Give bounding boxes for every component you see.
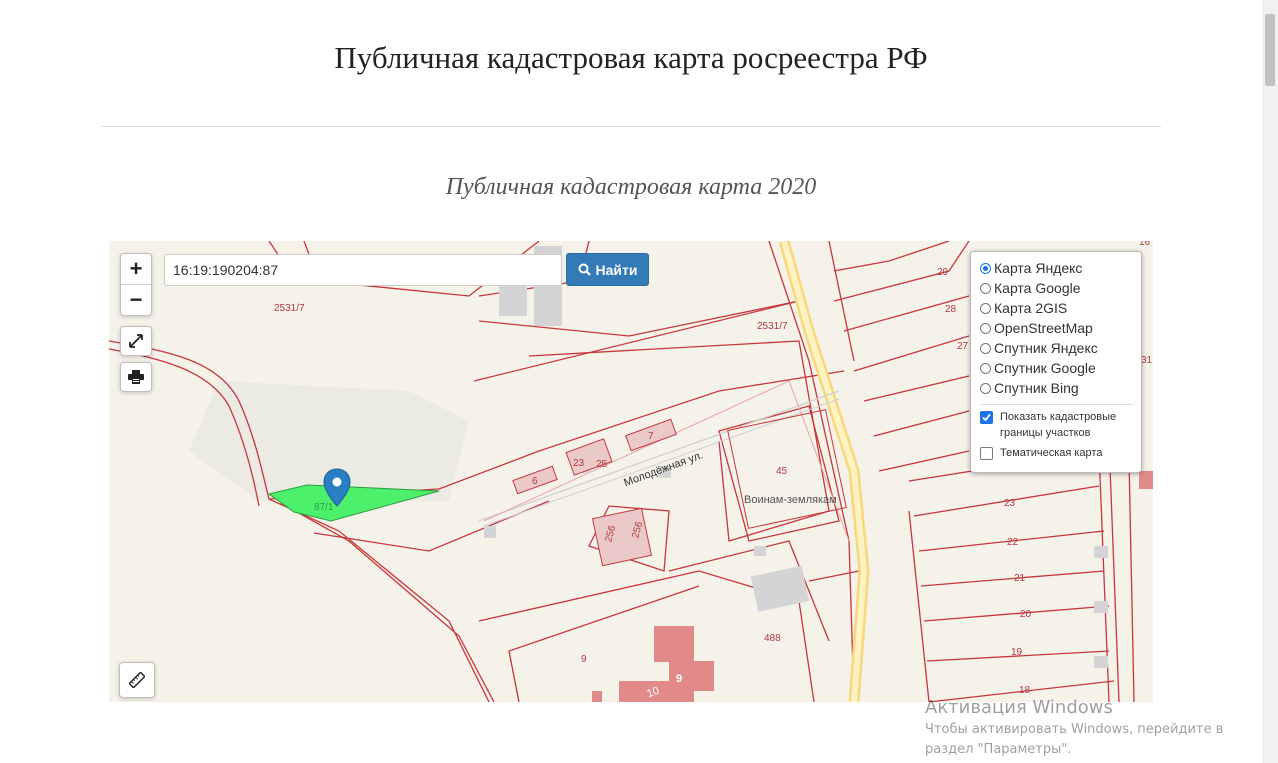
layer-option-bing-satellite[interactable]: Спутник Bing <box>980 378 1133 398</box>
radio-icon[interactable] <box>980 322 991 334</box>
layers-divider <box>980 404 1133 405</box>
divider <box>101 126 1161 127</box>
checkbox-checked-icon[interactable] <box>980 411 993 424</box>
show-cadastral-label: Показать кадастровые границы участков <box>1000 411 1117 439</box>
marker-dot <box>332 477 342 487</box>
printer-icon <box>128 370 144 384</box>
label-9: 9 <box>581 654 587 665</box>
show-cadastral-checkbox[interactable]: Показать кадастровые границы участков <box>980 409 1133 441</box>
find-button-label: Найти <box>595 261 638 278</box>
cadastral-search-input[interactable] <box>164 254 562 286</box>
layer-option-label: Спутник Google <box>994 360 1096 376</box>
activation-text: Чтобы активировать Windows, перейдите в … <box>925 722 1224 757</box>
label-488: 488 <box>764 633 781 644</box>
selected-parcel[interactable] <box>267 484 440 522</box>
zoom-control: + − <box>120 253 152 316</box>
page-title: Публичная кадастровая карта росреестра Р… <box>334 40 928 75</box>
thematic-map-label: Тематическая карта <box>1000 447 1103 459</box>
activation-title: Активация Windows <box>925 697 1113 718</box>
radio-icon[interactable] <box>980 282 991 294</box>
label-45: 45 <box>776 466 788 477</box>
layer-option-2gis-map[interactable]: Карта 2GIS <box>980 298 1133 318</box>
zoom-in-button[interactable]: + <box>121 254 151 284</box>
label-28: 28 <box>945 304 957 315</box>
find-button[interactable]: Найти <box>566 253 649 286</box>
label-23b: 23 <box>1004 498 1016 509</box>
label-25: 25 <box>596 459 608 470</box>
building-outlines <box>512 409 847 567</box>
radio-icon[interactable] <box>980 262 991 274</box>
street-name: Молодёжная ул. <box>622 449 704 489</box>
search-icon <box>578 263 591 276</box>
monument-label: Воинам-землякам <box>744 494 837 506</box>
layer-option-yandex-satellite[interactable]: Спутник Яндекс <box>980 338 1133 358</box>
radio-icon[interactable] <box>980 342 991 354</box>
scrollbar-thumb[interactable] <box>1265 14 1275 86</box>
label-2531-b: 2531/7 <box>757 321 788 332</box>
label-7: 7 <box>648 431 654 442</box>
fullscreen-button[interactable] <box>120 326 152 356</box>
ruler-button[interactable] <box>119 662 155 698</box>
label-9b: 9 <box>676 673 682 685</box>
label-87: 87/1 <box>314 502 334 513</box>
layer-option-google-map[interactable]: Карта Google <box>980 278 1133 298</box>
layer-option-yandex-map[interactable]: Карта Яндекс <box>980 258 1133 278</box>
layer-option-label: Спутник Bing <box>994 380 1079 396</box>
layer-option-label: OpenStreetMap <box>994 320 1093 336</box>
label-19: 19 <box>1011 647 1023 658</box>
label-23: 23 <box>573 458 585 469</box>
label-31: 31 <box>1141 355 1153 366</box>
radio-icon[interactable] <box>980 382 991 394</box>
label-20: 20 <box>1020 609 1032 620</box>
label-27: 27 <box>957 341 969 352</box>
radio-icon[interactable] <box>980 302 991 314</box>
layer-option-google-satellite[interactable]: Спутник Google <box>980 358 1133 378</box>
layer-option-label: Карта Яндекс <box>994 260 1083 276</box>
layer-option-osm[interactable]: OpenStreetMap <box>980 318 1133 338</box>
page-scrollbar[interactable] <box>1262 0 1278 763</box>
zoom-out-button[interactable]: − <box>121 284 151 315</box>
label-29: 29 <box>937 267 949 278</box>
label-18: 18 <box>1019 685 1031 696</box>
thematic-map-checkbox[interactable]: Тематическая карта <box>980 445 1133 461</box>
label-21: 21 <box>1014 573 1026 584</box>
layer-option-label: Карта Google <box>994 280 1081 296</box>
expand-icon <box>129 334 143 348</box>
layer-switcher: Карта Яндекс Карта Google Карта 2GIS Ope… <box>970 251 1142 473</box>
layer-option-label: Карта 2GIS <box>994 300 1068 316</box>
layer-option-label: Спутник Яндекс <box>994 340 1098 356</box>
windows-activation-watermark: Активация Windows Чтобы активировать Win… <box>925 697 1262 760</box>
label-16: 16 <box>1139 241 1151 248</box>
radio-icon[interactable] <box>980 362 991 374</box>
page-subtitle: Публичная кадастровая карта 2020 <box>445 174 817 200</box>
cadastral-map[interactable]: 2531/7 2531/7 87/1 6 23 25 7 45 256 256 … <box>109 241 1153 702</box>
checkbox-icon[interactable] <box>980 447 993 460</box>
ruler-icon <box>129 672 145 688</box>
label-22: 22 <box>1007 537 1019 548</box>
label-6: 6 <box>532 476 538 487</box>
school-building <box>592 471 1153 702</box>
print-button[interactable] <box>120 362 152 392</box>
label-2531-a: 2531/7 <box>274 303 305 314</box>
